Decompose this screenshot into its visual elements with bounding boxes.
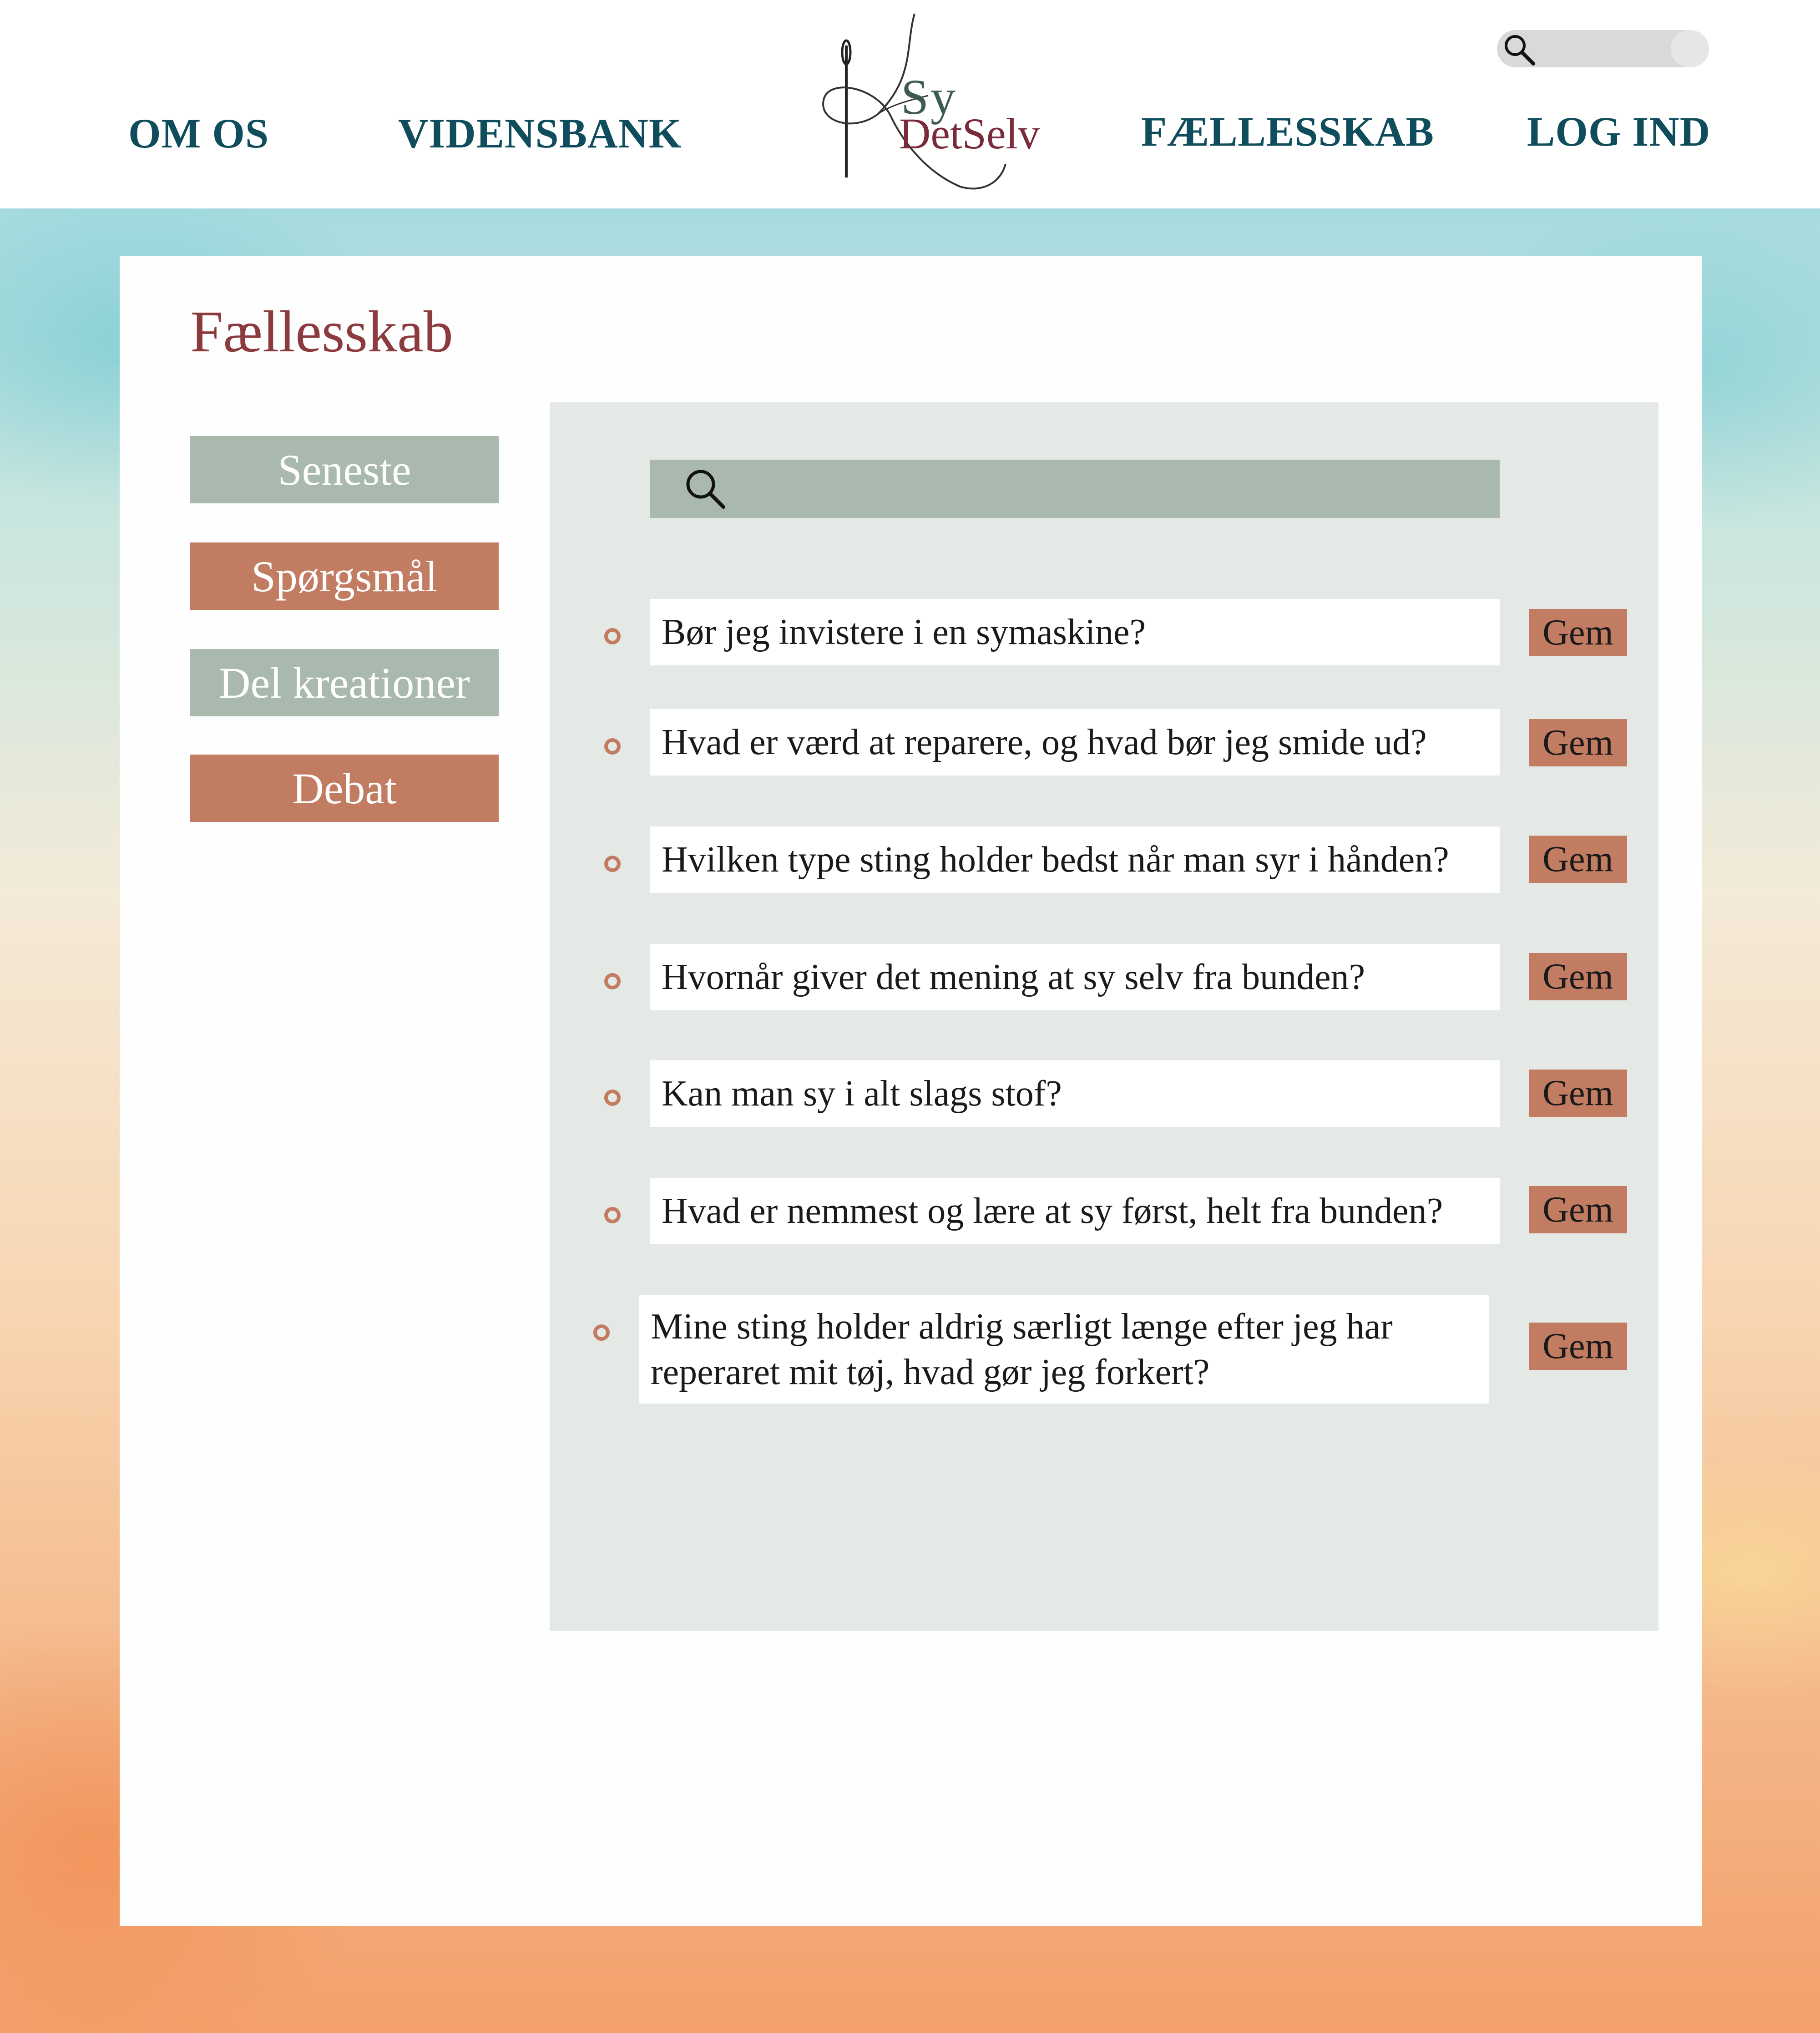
sidebar-item-del-kreationer[interactable]: Del kreationer (190, 649, 499, 716)
question-item[interactable]: Hvad er værd at reparere, og hvad bør je… (650, 709, 1500, 776)
content-card: Fællesskab Seneste Spørgsmål Del kreatio… (120, 256, 1702, 1926)
header-search-input[interactable] (1497, 30, 1709, 67)
save-button[interactable]: Gem (1529, 719, 1627, 766)
save-button[interactable]: Gem (1529, 1186, 1627, 1233)
search-icon (1505, 35, 1535, 66)
sidebar-item-sporgsmal[interactable]: Spørgsmål (190, 542, 499, 610)
save-button[interactable]: Gem (1529, 1323, 1627, 1370)
question-item[interactable]: Hvad er nemmest og lære at sy først, hel… (650, 1178, 1500, 1244)
nav-log-ind[interactable]: LOG IND (1527, 107, 1710, 156)
sidebar-item-seneste[interactable]: Seneste (190, 436, 499, 503)
question-item[interactable]: Hvilken type sting holder bedst når man … (650, 826, 1500, 893)
bullet-icon (604, 1090, 621, 1106)
bullet-icon (604, 628, 621, 644)
site-header: OM OS VIDENSBANK Sy DetSelv FÆLLESSKAB L… (0, 0, 1820, 208)
question-item[interactable]: Kan man sy i alt slags stof? (650, 1060, 1500, 1127)
bullet-icon (593, 1324, 610, 1341)
save-button[interactable]: Gem (1529, 836, 1627, 883)
page-title: Fællesskab (190, 299, 453, 365)
nav-om-os[interactable]: OM OS (128, 109, 269, 157)
nav-faellesskab[interactable]: FÆLLESSKAB (1141, 107, 1434, 156)
panel-search-input[interactable] (650, 460, 1500, 518)
save-button[interactable]: Gem (1529, 609, 1627, 656)
sidebar-item-debat[interactable]: Debat (190, 755, 499, 822)
question-item[interactable]: Mine sting holder aldrig særligt længe e… (639, 1295, 1489, 1404)
search-bar-end (1671, 30, 1709, 67)
logo-text-detselv: DetSelv (899, 109, 1040, 158)
search-icon (686, 470, 725, 509)
question-item[interactable]: Hvornår giver det mening at sy selv fra … (650, 944, 1500, 1010)
questions-panel: Bør jeg invistere i en symaskine? Gem Hv… (550, 402, 1658, 1631)
save-button[interactable]: Gem (1529, 1070, 1627, 1117)
logo[interactable]: Sy DetSelv (810, 9, 1046, 196)
bullet-icon (604, 738, 621, 755)
nav-vidensbank[interactable]: VIDENSBANK (398, 109, 682, 157)
save-button[interactable]: Gem (1529, 953, 1627, 1000)
bullet-icon (604, 973, 621, 989)
bullet-icon (604, 1207, 621, 1223)
question-item[interactable]: Bør jeg invistere i en symaskine? (650, 599, 1500, 665)
bullet-icon (604, 856, 621, 872)
